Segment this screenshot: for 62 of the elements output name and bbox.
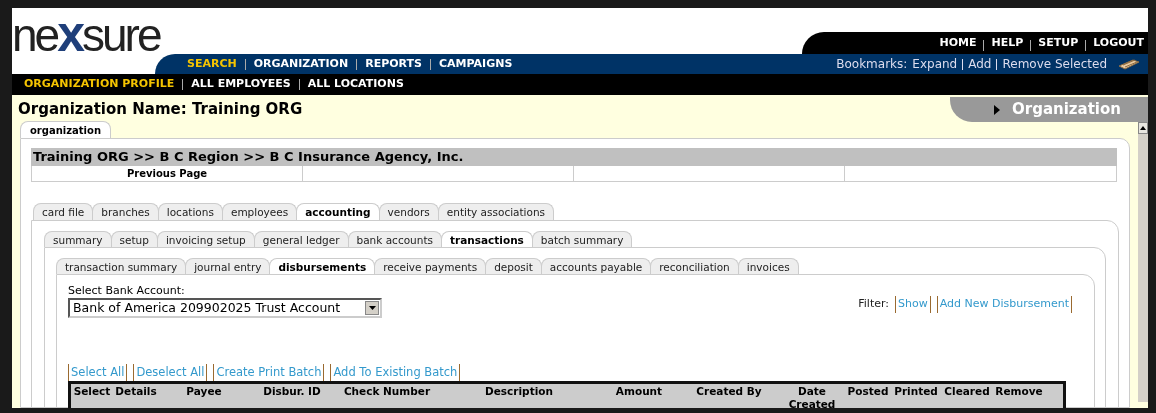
nav-link[interactable]: SEARCH	[187, 55, 237, 73]
nav-link[interactable]: LOGOUT	[1093, 34, 1144, 52]
tab[interactable]: accounting	[296, 203, 380, 220]
triangle-icon	[994, 104, 1000, 115]
tab[interactable]: locations	[157, 203, 223, 220]
tab[interactable]: summary	[44, 231, 112, 247]
nav-link[interactable]: REPORTS	[365, 55, 422, 73]
breadcrumb: Training ORG >> B C Region >> B C Insurance Agency, Inc.	[31, 148, 1117, 166]
tab[interactable]: branches	[92, 203, 159, 220]
tab[interactable]: transaction summary	[56, 258, 187, 274]
column-header: Disbur. ID	[262, 384, 322, 399]
bookmark-link[interactable]: Remove Selected	[1002, 55, 1107, 74]
tab[interactable]: batch summary	[531, 231, 633, 247]
tab[interactable]: disbursements	[269, 258, 376, 274]
tab[interactable]: receive payments	[374, 258, 487, 274]
column-header: Remove	[994, 384, 1044, 399]
tab[interactable]: transactions	[441, 231, 533, 247]
tab[interactable]: setup	[110, 231, 158, 247]
field-label: Select Bank Account:	[68, 284, 186, 297]
nav-link[interactable]: SETUP	[1038, 34, 1079, 52]
nav-link[interactable]: HELP	[991, 34, 1024, 52]
column-header: Printed	[893, 384, 939, 399]
nav-link[interactable]: CAMPAIGNS	[438, 55, 513, 73]
bookmark-icon[interactable]	[1118, 58, 1140, 71]
tab[interactable]: accounts payable	[540, 258, 652, 274]
tab[interactable]: employees	[221, 203, 298, 220]
tab[interactable]: vendors	[378, 203, 439, 220]
column-header: Posted	[846, 384, 890, 399]
column-header: Description	[484, 384, 554, 399]
tab[interactable]: reconciliation	[650, 258, 739, 274]
column-header: Details	[114, 384, 158, 399]
scroll-up-icon[interactable]	[1140, 126, 1146, 130]
tab[interactable]: invoices	[737, 258, 799, 274]
column-header: Cleared	[943, 384, 991, 399]
previous-page-link[interactable]: Previous Page	[126, 166, 208, 182]
column-header: Payee	[185, 384, 223, 399]
column-header: Amount	[614, 384, 664, 399]
column-header: Created By	[695, 384, 763, 399]
tab[interactable]: general ledger	[253, 231, 349, 247]
tab[interactable]: organization	[20, 121, 112, 138]
nav-link[interactable]: ALL LOCATIONS	[307, 76, 404, 93]
nav-link[interactable]: HOME	[939, 34, 977, 52]
tab[interactable]: card file	[33, 203, 94, 220]
scrollbar[interactable]	[1138, 122, 1148, 402]
nav-link[interactable]: ORGANIZATION	[253, 55, 349, 73]
tab[interactable]: bank accounts	[347, 231, 442, 247]
tab[interactable]: deposit	[485, 258, 542, 274]
bookmark-link[interactable]: Expand	[912, 55, 958, 74]
column-header: Date Created	[787, 384, 837, 408]
nav-link[interactable]: ORGANIZATION PROFILE	[24, 76, 175, 93]
page-title: Organization Name: Training ORG	[17, 99, 303, 120]
tab[interactable]: entity associations	[437, 203, 555, 220]
column-header: Select	[72, 384, 112, 399]
logo: nexsure	[12, 19, 161, 55]
filter-label: Filter:	[858, 296, 889, 312]
tab[interactable]: invoicing setup	[156, 231, 255, 247]
bookmark-link[interactable]: Add	[968, 55, 992, 74]
tab[interactable]: journal entry	[185, 258, 271, 274]
bank-account-dropdown[interactable]: Bank of America 209902025 Trust Account	[68, 298, 382, 318]
bookmarks-label: Bookmarks:	[836, 56, 908, 74]
column-header: Check Number	[342, 384, 432, 399]
nav-link[interactable]: ALL EMPLOYEES	[191, 76, 291, 93]
